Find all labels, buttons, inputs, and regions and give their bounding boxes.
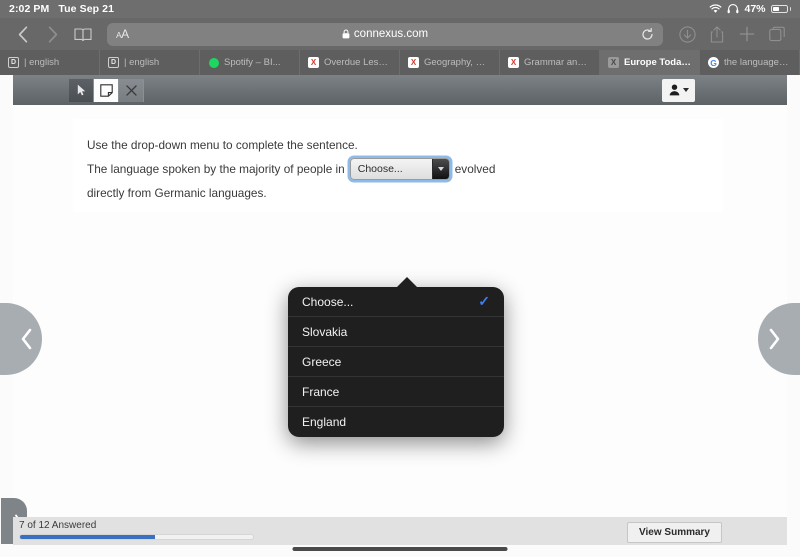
battery-percent-label: 47% [744, 3, 766, 15]
checkmark-icon: ✓ [478, 293, 490, 309]
tab-label: Grammar and P... [524, 57, 591, 68]
pointer-tool-button[interactable] [69, 78, 94, 102]
ios-status-bar: 2:02 PM Tue Sep 21 47% [0, 0, 800, 18]
google-icon: G [708, 57, 719, 68]
forward-button[interactable] [40, 21, 66, 47]
excel-icon: X [508, 57, 519, 68]
chevron-down-icon [682, 88, 689, 92]
broken-image-icon: X [608, 57, 619, 68]
browser-tab-2[interactable]: Spotify – BI... [200, 50, 300, 75]
dropdown-selected-value: Choose... [357, 163, 403, 175]
battery-icon [770, 4, 791, 14]
next-page-button[interactable] [758, 303, 800, 375]
doc-icon: D [8, 57, 19, 68]
triangle-down-icon[interactable] [431, 159, 449, 179]
doc-icon: D [108, 57, 119, 68]
dropdown-option-4[interactable]: England [288, 407, 504, 437]
sticky-note-icon [99, 83, 113, 97]
tab-label: Overdue Lesso... [324, 57, 391, 68]
tab-label: | english [24, 57, 60, 68]
wifi-icon [709, 4, 722, 14]
browser-tab-0[interactable]: D | english [0, 50, 100, 75]
lesson-page: Use the drop-down menu to complete the s… [0, 105, 800, 544]
lesson-footer: 7 of 12 Answered View Summary [13, 517, 787, 545]
home-indicator [292, 547, 508, 551]
status-date: Tue Sep 21 [58, 3, 115, 15]
tab-label: Spotify – BI... [224, 57, 281, 68]
view-summary-button[interactable]: View Summary [627, 522, 722, 543]
question-sentence-line2: directly from Germanic languages. [87, 186, 267, 200]
question-sentence: The language spoken by the majority of p… [87, 157, 709, 181]
dropdown-option-0[interactable]: Choose... ✓ [288, 287, 504, 317]
address-bar[interactable]: AA connexus.com [107, 22, 663, 46]
browser-tab-6-active[interactable]: X Europe Today P... [600, 50, 700, 75]
user-menu-button[interactable] [662, 78, 695, 102]
option-label: France [302, 384, 340, 399]
progress-bar-fill [20, 535, 156, 539]
dropdown-popup-caret [396, 277, 418, 288]
tabs-overview-button[interactable] [764, 21, 790, 47]
excel-icon: X [408, 57, 419, 68]
browser-tab-3[interactable]: X Overdue Lesso... [300, 50, 400, 75]
option-label: Slovakia [302, 324, 348, 339]
progress-label: 7 of 12 Answered [19, 520, 97, 531]
url-text: connexus.com [353, 28, 429, 40]
dropdown-option-2[interactable]: Greece [288, 347, 504, 377]
browser-tab-4[interactable]: X Geography, Gr... [400, 50, 500, 75]
previous-page-button[interactable] [0, 303, 42, 375]
screen: 2:02 PM Tue Sep 21 47% AA connexus.com D… [0, 0, 800, 557]
browser-tab-7[interactable]: G the language s... [700, 50, 800, 75]
downloads-button[interactable] [674, 21, 700, 47]
question-card: Use the drop-down menu to complete the s… [73, 119, 723, 212]
answer-dropdown[interactable]: Choose... [349, 158, 450, 180]
option-label: England [302, 415, 347, 429]
dropdown-popup-menu[interactable]: Choose... ✓ Slovakia Greece France Engla… [288, 287, 504, 437]
browser-tab-5[interactable]: X Grammar and P... [500, 50, 600, 75]
browser-tab-1[interactable]: D | english [100, 50, 200, 75]
annotation-tool-group [69, 78, 144, 102]
spotify-icon [208, 57, 219, 68]
status-time: 2:02 PM [9, 3, 50, 15]
bookmarks-icon[interactable] [70, 21, 96, 47]
user-icon [669, 84, 680, 96]
tab-strip: D | english D | english Spotify – BI... … [0, 50, 800, 75]
lesson-toolbar [13, 75, 787, 105]
chevron-left-icon [20, 328, 33, 350]
lock-icon [342, 29, 350, 39]
dropdown-option-1[interactable]: Slovakia [288, 317, 504, 347]
dropdown-option-3[interactable]: France [288, 377, 504, 407]
back-button[interactable] [10, 21, 36, 47]
tab-label: Geography, Gr... [424, 57, 491, 68]
share-button[interactable] [704, 21, 730, 47]
web-page-viewport: Use the drop-down menu to complete the s… [0, 75, 800, 557]
sentence-after-text: evolved [454, 162, 496, 176]
progress-bar [19, 534, 254, 540]
browser-toolbar: AA connexus.com [0, 18, 800, 50]
tab-label: | english [124, 57, 160, 68]
chevron-right-icon [768, 328, 781, 350]
excel-icon: X [308, 57, 319, 68]
option-label: Choose... [302, 294, 354, 309]
note-tool-button[interactable] [94, 78, 119, 102]
tab-label: the language s... [724, 57, 791, 68]
dropdown-select[interactable]: Choose... [349, 158, 450, 180]
option-label: Greece [302, 354, 342, 369]
tab-label: Europe Today P... [624, 57, 691, 68]
cursor-arrow-icon [77, 84, 86, 96]
url-display: connexus.com [107, 28, 663, 40]
sentence-before-text: The language spoken by the majority of p… [87, 162, 345, 176]
close-tool-button[interactable] [119, 78, 144, 102]
close-x-icon [125, 84, 137, 96]
new-tab-button[interactable] [734, 21, 760, 47]
headphones-icon [727, 4, 739, 14]
instruction-text: Use the drop-down menu to complete the s… [87, 138, 358, 152]
